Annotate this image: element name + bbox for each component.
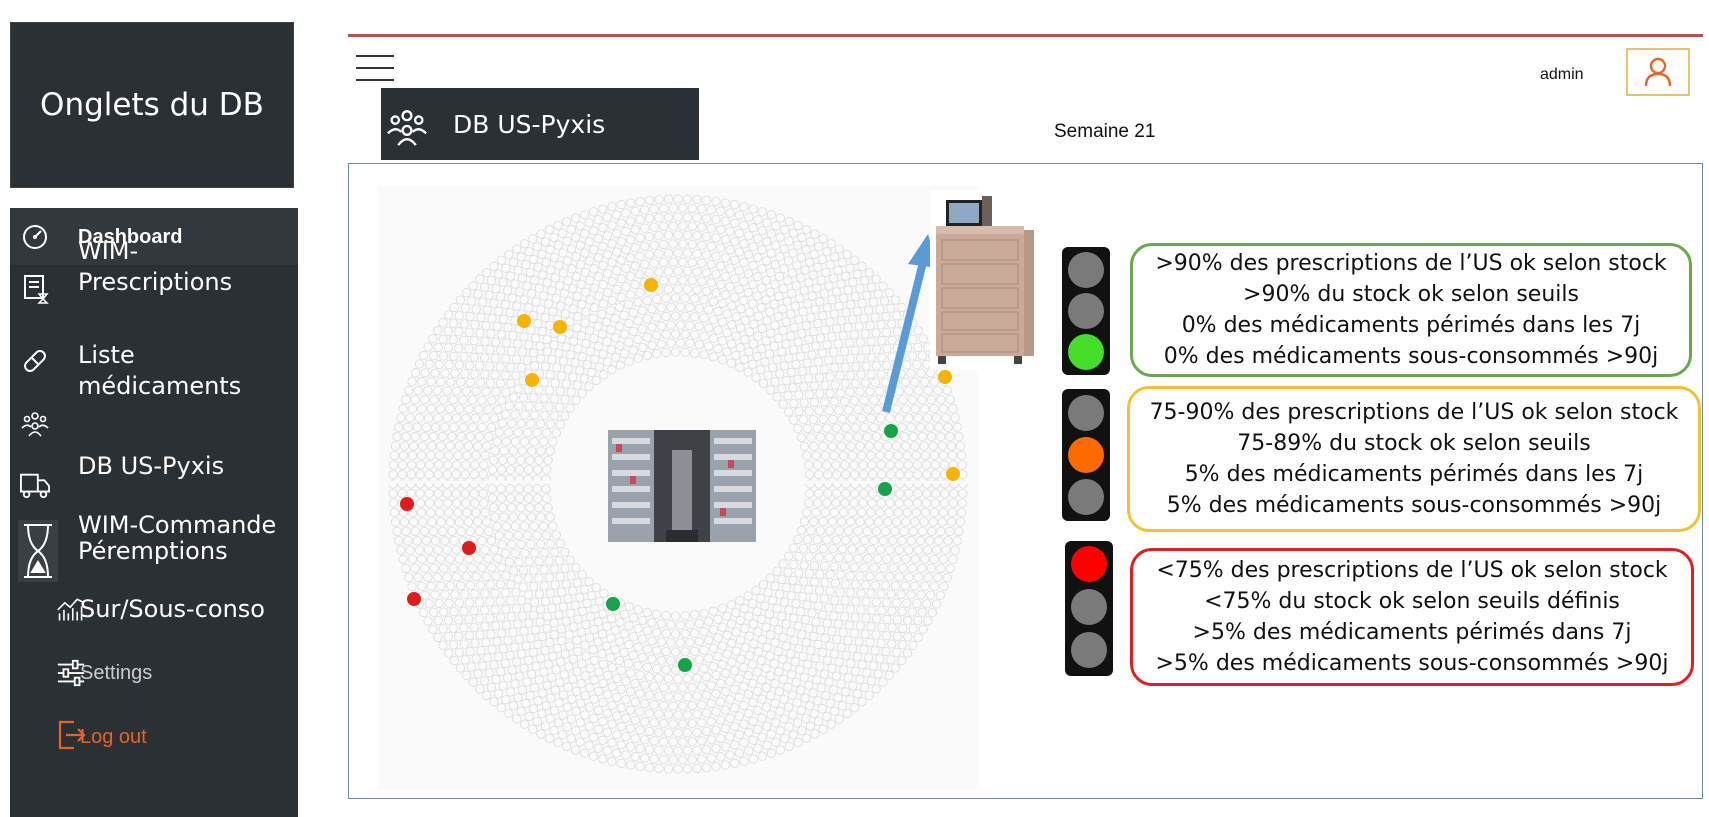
hamburger-line [356,67,394,69]
app-root: Onglets du DB Dashboard WIM- Prescriptio… [0,0,1709,817]
menu-toggle-button[interactable] [356,55,394,83]
legend-line: >5% des médicaments sous-consommés >90j [1155,651,1669,676]
legend-line: >90% des prescriptions de l’US ok selon … [1155,251,1667,276]
status-dot[interactable] [525,373,539,387]
sidebar-item-label: Settings [80,662,153,684]
sidebar: Dashboard WIM- Prescriptions Liste médic… [10,208,298,817]
sidebar-title: Onglets du DB [10,22,294,188]
sidebar-item-logout[interactable]: Log out [10,718,298,756]
lamp-off [1068,479,1104,515]
status-dot[interactable] [946,467,960,481]
legend-line: 75-90% des prescriptions de l’US ok selo… [1149,400,1679,425]
week-label: Semaine 21 [1054,121,1156,142]
legend-green: >90% des prescriptions de l’US ok selon … [1130,243,1692,377]
status-dot[interactable] [606,597,620,611]
traffic-light-green [1062,247,1110,375]
tab-db-us-pyxis[interactable]: DB US-Pyxis [381,88,699,160]
sidebar-item-label: Péremptions [78,537,228,565]
sidebar-item-label: Sur/Sous-conso [80,595,265,623]
tab-label: DB US-Pyxis [453,109,606,139]
hourglass-icon [18,520,58,582]
sidebar-item-peremptions[interactable]: Péremptions [10,520,298,582]
status-dot[interactable] [878,482,892,496]
people-icon [20,408,50,438]
legend-line: 75-89% du stock ok selon seuils [1237,431,1591,456]
status-dot[interactable] [644,278,658,292]
sidebar-item-sur-sous-conso[interactable]: Sur/Sous-conso [10,590,298,630]
user-avatar-button[interactable] [1626,48,1690,96]
pharmacy-warehouse-image [608,430,756,542]
legend-line: 5% des médicaments sous-consommés >90j [1166,493,1662,518]
legend-line: 0% des médicaments périmés dans les 7j [1181,313,1641,338]
lamp-off [1071,589,1107,625]
legend-orange: 75-90% des prescriptions de l’US ok selo… [1127,386,1701,532]
user-icon [1644,57,1672,87]
header-divider [348,34,1703,37]
legend-line: 0% des médicaments sous-consommés >90j [1163,344,1659,369]
sidebar-item-label: WIM- Prescriptions [78,237,233,296]
status-dot[interactable] [407,592,421,606]
legend-line: >5% des médicaments périmés dans 7j [1192,620,1632,645]
status-dot[interactable] [938,370,952,384]
pill-icon [20,346,50,376]
status-dot[interactable] [462,541,476,555]
status-dot[interactable] [884,424,898,438]
status-dot[interactable] [400,497,414,511]
lamp-off [1068,395,1104,431]
status-dot[interactable] [517,314,531,328]
sidebar-item-liste-medicaments[interactable]: Liste médicaments [10,340,298,408]
legend-red: <75% des prescriptions de l’US ok selon … [1130,548,1694,686]
sidebar-item-label: Log out [80,726,147,748]
lamp-off [1068,293,1104,329]
prescription-icon [20,274,50,304]
legend-line: <75% du stock ok selon seuils définis [1204,589,1620,614]
status-dot[interactable] [678,658,692,672]
lamp-off [1071,632,1107,668]
sidebar-item-wim-prescriptions[interactable]: WIM- Prescriptions [10,236,298,306]
truck-icon [20,470,50,500]
sidebar-item-label: Liste médicaments [78,341,242,400]
status-dot[interactable] [553,320,567,334]
traffic-light-orange [1062,389,1110,521]
user-name: admin [1540,66,1584,83]
hamburger-line [356,55,394,57]
legend-line: >90% du stock ok selon seuils [1243,282,1579,307]
people-icon [387,110,427,146]
lamp-green [1068,334,1104,370]
sidebar-item-settings[interactable]: Settings [10,656,298,690]
legend-line: 5% des médicaments périmés dans les 7j [1184,462,1644,487]
lamp-orange [1068,437,1104,473]
lamp-off [1068,252,1104,288]
legend-line: <75% des prescriptions de l’US ok selon … [1156,558,1668,583]
traffic-light-red [1065,541,1113,676]
hamburger-line [356,79,394,81]
pyxis-cabinet-image [930,190,1040,370]
lamp-red [1071,546,1107,582]
